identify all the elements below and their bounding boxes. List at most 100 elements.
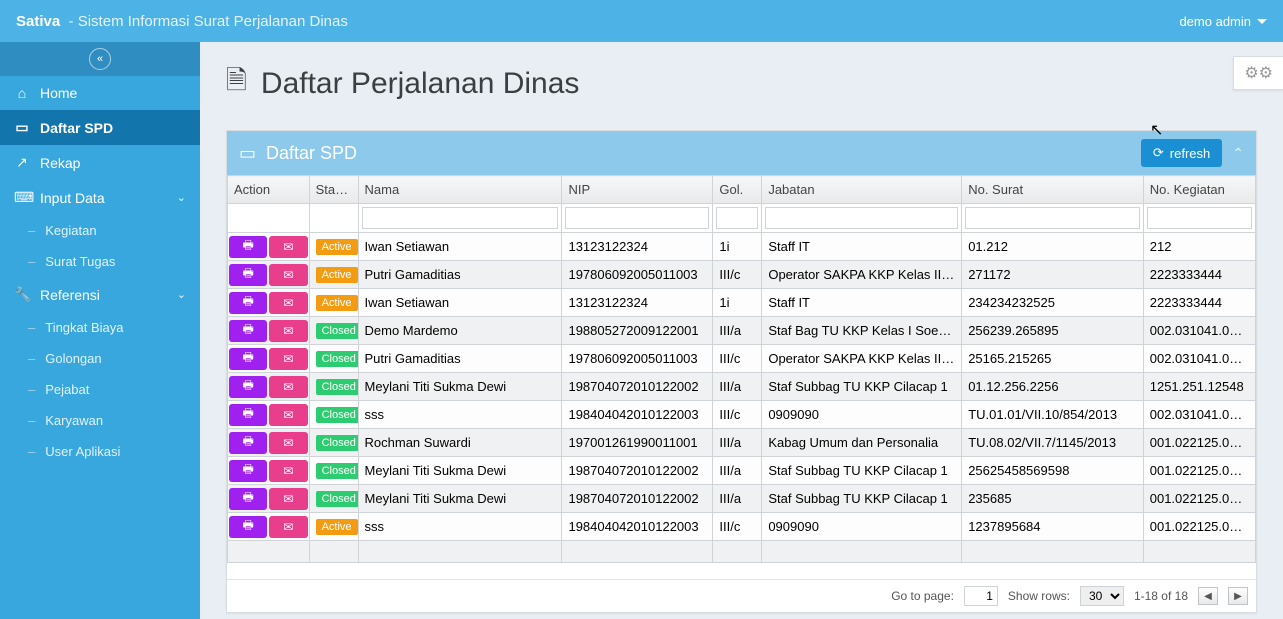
print-button[interactable]: 🖶 bbox=[229, 348, 267, 370]
refresh-button[interactable]: ⟳ refresh bbox=[1141, 139, 1222, 167]
mail-button[interactable]: ✉ bbox=[269, 488, 307, 510]
action-cell: 🖶✉ bbox=[228, 513, 310, 541]
print-button[interactable]: 🖶 bbox=[229, 320, 267, 342]
col-gol[interactable]: Gol. bbox=[713, 176, 762, 204]
print-icon: 🖶 bbox=[242, 348, 253, 369]
sidebar-subitem-kegiatan[interactable]: –Kegiatan bbox=[0, 215, 200, 246]
print-button[interactable]: 🖶 bbox=[229, 488, 267, 510]
filter-nokeg[interactable] bbox=[1147, 207, 1252, 229]
nokeg-cell: 001.022125.0122 bbox=[1143, 429, 1255, 457]
print-button[interactable]: 🖶 bbox=[229, 376, 267, 398]
table-row[interactable]: 🖶✉ClosedDemo Mardemo198805272009122001II… bbox=[228, 317, 1256, 345]
col-status[interactable]: Status bbox=[309, 176, 358, 204]
mail-button[interactable]: ✉ bbox=[269, 348, 307, 370]
show-rows-select[interactable]: 30 bbox=[1080, 586, 1124, 606]
card-icon: ▭ bbox=[14, 119, 30, 136]
settings-gear-button[interactable]: ⚙⚙ bbox=[1233, 56, 1283, 90]
print-button[interactable]: 🖶 bbox=[229, 292, 267, 314]
table-row[interactable]: 🖶✉Closedsss198404042010122003III/c090909… bbox=[228, 401, 1256, 429]
collapse-panel-button[interactable]: ⌃ bbox=[1232, 145, 1244, 162]
sidebar-subitem-surat-tugas[interactable]: –Surat Tugas bbox=[0, 246, 200, 277]
status-badge: Closed bbox=[316, 379, 358, 395]
goto-page-input[interactable] bbox=[964, 586, 998, 606]
print-button[interactable]: 🖶 bbox=[229, 404, 267, 426]
mail-button[interactable]: ✉ bbox=[269, 404, 307, 426]
table-row[interactable]: 🖶✉ActiveIwan Setiawan131231223241iStaff … bbox=[228, 289, 1256, 317]
print-button[interactable]: 🖶 bbox=[229, 432, 267, 454]
sidebar-item-rekap[interactable]: ↗ Rekap bbox=[0, 145, 200, 180]
table-row[interactable]: 🖶✉ClosedMeylani Titi Sukma Dewi198704072… bbox=[228, 373, 1256, 401]
jabatan-cell: 0909090 bbox=[762, 401, 962, 429]
sidebar-subitem-golongan[interactable]: –Golongan bbox=[0, 343, 200, 374]
col-nokeg[interactable]: No. Kegiatan bbox=[1143, 176, 1255, 204]
col-nip[interactable]: NIP bbox=[562, 176, 713, 204]
page-title: 🗎 Daftar Perjalanan Dinas bbox=[226, 62, 1257, 106]
jabatan-cell: Staf Subbag TU KKP Cilacap 1 bbox=[762, 457, 962, 485]
print-button[interactable]: 🖶 bbox=[229, 264, 267, 286]
action-cell: 🖶✉ bbox=[228, 485, 310, 513]
col-jabatan[interactable]: Jabatan bbox=[762, 176, 962, 204]
table-row[interactable]: 🖶✉Activesss198404042010122003III/c090909… bbox=[228, 513, 1256, 541]
mail-button[interactable]: ✉ bbox=[269, 376, 307, 398]
mail-button[interactable]: ✉ bbox=[269, 292, 307, 314]
sidebar-item-referensi[interactable]: 🔧 Referensi ⌄ bbox=[0, 277, 200, 312]
page-next-button[interactable]: ▶ bbox=[1228, 587, 1248, 605]
print-button[interactable]: 🖶 bbox=[229, 516, 267, 538]
mail-icon: ✉ bbox=[283, 408, 293, 422]
mail-button[interactable]: ✉ bbox=[269, 460, 307, 482]
action-cell: 🖶✉ bbox=[228, 401, 310, 429]
mail-icon: ✉ bbox=[283, 492, 293, 506]
mail-button[interactable]: ✉ bbox=[269, 236, 307, 258]
table-row[interactable]: 🖶✉ClosedMeylani Titi Sukma Dewi198704072… bbox=[228, 457, 1256, 485]
filter-nip[interactable] bbox=[565, 207, 709, 229]
gol-cell: III/c bbox=[713, 401, 762, 429]
panel-title: Daftar SPD bbox=[266, 143, 357, 164]
horizontal-scrollbar[interactable] bbox=[227, 563, 1256, 579]
print-icon: 🖶 bbox=[242, 264, 253, 285]
filter-nama[interactable] bbox=[362, 207, 559, 229]
sidebar-item-home[interactable]: ⌂ Home bbox=[0, 76, 200, 110]
col-action[interactable]: Action bbox=[228, 176, 310, 204]
print-button[interactable]: 🖶 bbox=[229, 236, 267, 258]
status-badge: Closed bbox=[316, 351, 358, 367]
brand-name: Sativa bbox=[16, 13, 60, 30]
nip-cell: 197806092005011003 bbox=[562, 345, 713, 373]
filter-jabatan[interactable] bbox=[765, 207, 958, 229]
show-rows-label: Show rows: bbox=[1008, 589, 1070, 603]
filter-nosurat[interactable] bbox=[965, 207, 1140, 229]
col-nosurat[interactable]: No. Surat bbox=[962, 176, 1144, 204]
table-row[interactable]: 🖶✉ClosedPutri Gamaditias1978060920050110… bbox=[228, 345, 1256, 373]
sidebar-item-input-data[interactable]: ⌨ Input Data ⌄ bbox=[0, 180, 200, 215]
table-row[interactable]: 🖶✉ActiveIwan Setiawan131231223241iStaff … bbox=[228, 233, 1256, 261]
nokeg-cell: 2223333444 bbox=[1143, 261, 1255, 289]
nosurat-cell: 01.212 bbox=[962, 233, 1144, 261]
sidebar-collapse-button[interactable]: « bbox=[89, 48, 111, 70]
table-row[interactable]: 🖶✉ActivePutri Gamaditias1978060920050110… bbox=[228, 261, 1256, 289]
mail-button[interactable]: ✉ bbox=[269, 320, 307, 342]
sidebar-subitem-user-aplikasi[interactable]: –User Aplikasi bbox=[0, 436, 200, 467]
user-menu[interactable]: demo admin bbox=[1179, 14, 1267, 29]
page-prev-button[interactable]: ◀ bbox=[1198, 587, 1218, 605]
mail-button[interactable]: ✉ bbox=[269, 516, 307, 538]
jabatan-cell: Staff IT bbox=[762, 233, 962, 261]
col-nama[interactable]: Nama bbox=[358, 176, 562, 204]
print-button[interactable]: 🖶 bbox=[229, 460, 267, 482]
sidebar-subitem-pejabat[interactable]: –Pejabat bbox=[0, 374, 200, 405]
print-icon: 🖶 bbox=[242, 236, 253, 257]
mail-button[interactable]: ✉ bbox=[269, 432, 307, 454]
sidebar-subitem-tingkat-biaya[interactable]: –Tingkat Biaya bbox=[0, 312, 200, 343]
nama-cell: Meylani Titi Sukma Dewi bbox=[358, 485, 562, 513]
status-cell: Closed bbox=[309, 485, 358, 513]
nip-cell: 198704072010122002 bbox=[562, 457, 713, 485]
filter-gol[interactable] bbox=[716, 207, 758, 229]
sidebar-item-daftar-spd[interactable]: ▭ Daftar SPD bbox=[0, 110, 200, 145]
mail-button[interactable]: ✉ bbox=[269, 264, 307, 286]
data-grid: Action Status Nama NIP Gol. Jabatan No. … bbox=[227, 175, 1256, 612]
table-row[interactable]: 🖶✉ClosedMeylani Titi Sukma Dewi198704072… bbox=[228, 485, 1256, 513]
brand-subtitle: Sistem Informasi Surat Perjalanan Dinas bbox=[78, 13, 348, 30]
mail-icon: ✉ bbox=[283, 352, 293, 366]
sidebar-subitem-karyawan[interactable]: –Karyawan bbox=[0, 405, 200, 436]
table-row[interactable]: 🖶✉ClosedRochman Suwardi19700126199001100… bbox=[228, 429, 1256, 457]
nosurat-cell: 271172 bbox=[962, 261, 1144, 289]
print-icon: 🖶 bbox=[242, 404, 253, 425]
